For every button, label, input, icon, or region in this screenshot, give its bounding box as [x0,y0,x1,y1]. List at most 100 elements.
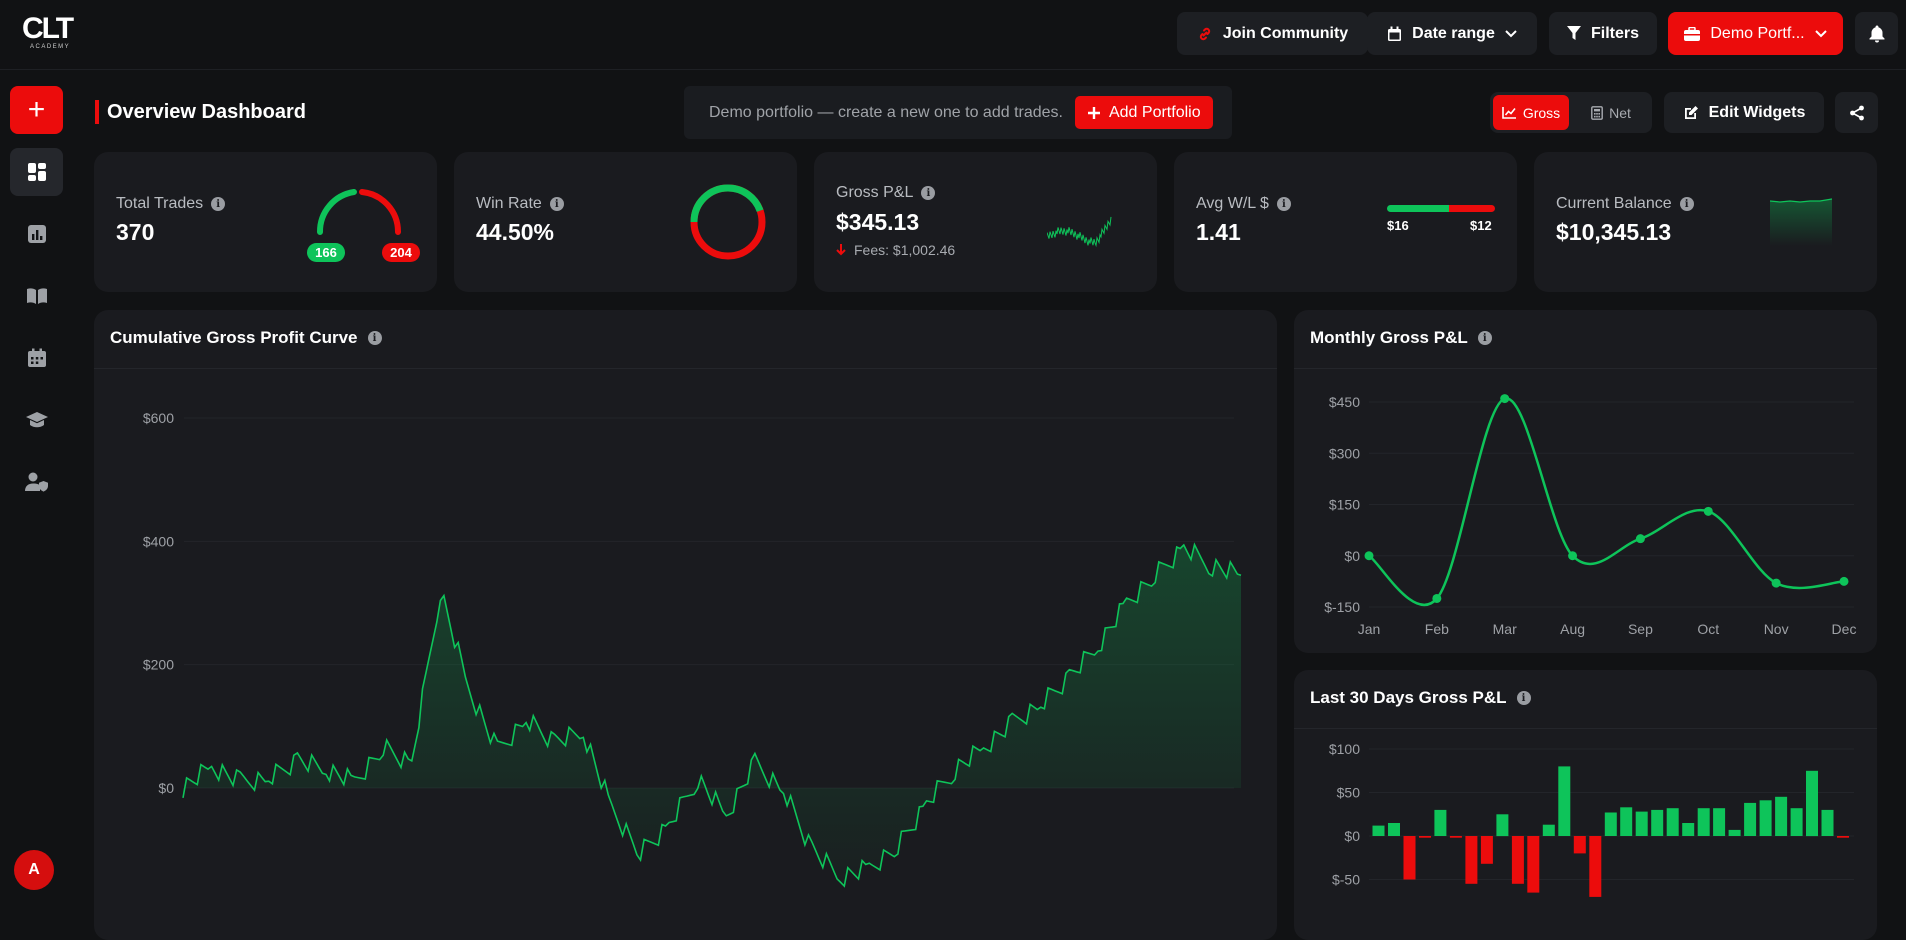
last30-bar[interactable] [1511,836,1524,884]
last30-bar[interactable] [1775,796,1788,836]
x-tick-label: Dec [1832,621,1857,637]
info-icon[interactable]: i [367,331,382,345]
y-tick-label: $-50 [1332,872,1360,888]
last30-bar[interactable] [1449,836,1462,838]
portfolio-selector[interactable]: Demo Portf... [1668,12,1843,55]
last30-bar[interactable] [1635,811,1648,836]
logo[interactable]: CLT ACADEMY [22,12,74,54]
last30-bar[interactable] [1434,809,1447,836]
monthly-point[interactable] [1771,578,1781,588]
x-tick-label: Jan [1358,621,1381,637]
join-community-button[interactable]: Join Community [1177,12,1368,55]
cumulative-profit-panel: Cumulative Gross Profit Curve i $600 $400 $… [94,310,1277,940]
last30-bar[interactable] [1558,766,1571,836]
last30-chart: $100 $50 $0 $-50 [1329,741,1854,897]
last30-bar[interactable] [1651,809,1664,836]
info-icon[interactable]: i [1276,197,1291,211]
last30-bar[interactable] [1620,807,1633,836]
last30-bar[interactable] [1821,809,1834,836]
logo-subtext: ACADEMY [30,44,71,50]
portfolio-label: Demo Portf... [1710,24,1805,42]
last30-bar[interactable] [1713,808,1726,836]
notifications-button[interactable] [1855,12,1898,55]
plus-icon [1087,106,1100,119]
kpi-card-avg-wl: Avg W/L $ i 1.41 $16 $12 [1174,152,1517,292]
graduation-cap-icon [25,412,48,428]
kpi-card-gross-pl: Gross P&L i $345.13 Fees: $1,002.46 [814,152,1157,292]
add-portfolio-label: Add Portfolio [1108,103,1201,121]
last30-bar[interactable] [1728,829,1741,836]
sidebar-item-academy[interactable] [10,396,63,444]
last30-bar[interactable] [1372,825,1385,836]
calculator-icon [1591,105,1603,120]
chevron-down-icon [1505,29,1517,37]
x-tick-label: Sep [1628,621,1653,637]
info-icon[interactable]: i [921,186,936,200]
sidebar-item-journal[interactable] [10,272,63,320]
last30-bar[interactable] [1604,812,1617,837]
monthly-point[interactable] [1500,394,1510,404]
info-icon[interactable]: i [549,197,564,211]
share-icon [1849,105,1864,120]
toggle-net[interactable]: Net [1573,95,1649,130]
info-icon[interactable]: i [1679,197,1694,211]
user-shield-icon [24,472,48,492]
last30-bar[interactable] [1759,800,1772,836]
last30-bar[interactable] [1403,836,1416,880]
win-rate-value: 44.50% [476,219,555,245]
last30-bar[interactable] [1682,823,1695,836]
sidebar-item-calendar[interactable] [10,334,63,382]
y-tick-label: $400 [143,533,174,549]
win-rate-donut [690,184,766,260]
gauge-losses-arc [359,189,402,235]
last30-bar[interactable] [1837,836,1849,838]
filters-button[interactable]: Filters [1549,12,1657,55]
monthly-point[interactable] [1703,506,1713,516]
logo-text: CLT [22,12,74,45]
info-icon[interactable]: i [211,197,226,211]
last30-bar[interactable] [1697,808,1710,836]
monthly-point[interactable] [1568,551,1578,561]
demo-portfolio-banner: Demo portfolio — create a new one to add… [684,86,1232,139]
win-rate-label: Win Rate [476,195,542,212]
edit-widgets-button[interactable]: Edit Widgets [1664,92,1824,133]
last30-bar[interactable] [1573,836,1586,854]
edit-icon [1684,105,1698,119]
last30-bar[interactable] [1388,823,1400,836]
date-range-button[interactable]: Date range [1367,12,1537,55]
last30-bar[interactable] [1790,808,1803,836]
banner-text: Demo portfolio — create a new one to add… [709,103,1063,121]
last30-bar[interactable] [1806,770,1818,837]
cumulative-chart: $600 $400 $200 $0 [143,410,1242,888]
monthly-point[interactable] [1839,576,1849,586]
avatar[interactable]: A [14,850,54,890]
y-tick-label: $100 [1329,741,1360,757]
last30-bar[interactable] [1527,836,1540,893]
losses-pill: 204 [382,243,420,262]
kpi-card-win-rate: Win Rate i 44.50% [454,152,797,292]
monthly-point[interactable] [1432,593,1442,603]
last30-bar[interactable] [1589,836,1602,897]
monthly-point[interactable] [1635,534,1645,544]
last30-bar[interactable] [1465,836,1478,884]
info-icon[interactable]: i [1516,691,1531,705]
sidebar-item-reports[interactable] [10,210,63,258]
toggle-gross[interactable]: Gross [1493,95,1569,130]
info-icon[interactable]: i [1477,331,1492,345]
last30-bar[interactable] [1496,814,1509,837]
share-button[interactable] [1835,92,1878,133]
add-trade-button[interactable]: + [10,86,63,134]
add-portfolio-button[interactable]: Add Portfolio [1074,96,1213,129]
last30-bar[interactable] [1480,836,1493,864]
line-chart-icon [1502,107,1516,119]
sidebar-item-dashboard[interactable] [10,148,63,196]
last30-bar[interactable] [1542,824,1555,836]
last30-bar[interactable] [1419,836,1431,838]
last30-bar[interactable] [1744,802,1757,836]
last30-bar[interactable] [1666,808,1679,836]
avg-wl-bar [1387,205,1495,212]
sidebar-item-profile[interactable] [10,458,63,506]
monthly-point[interactable] [1364,551,1374,561]
cumulative-title: Cumulative Gross Profit Curve [110,328,358,347]
book-open-icon [26,288,47,304]
